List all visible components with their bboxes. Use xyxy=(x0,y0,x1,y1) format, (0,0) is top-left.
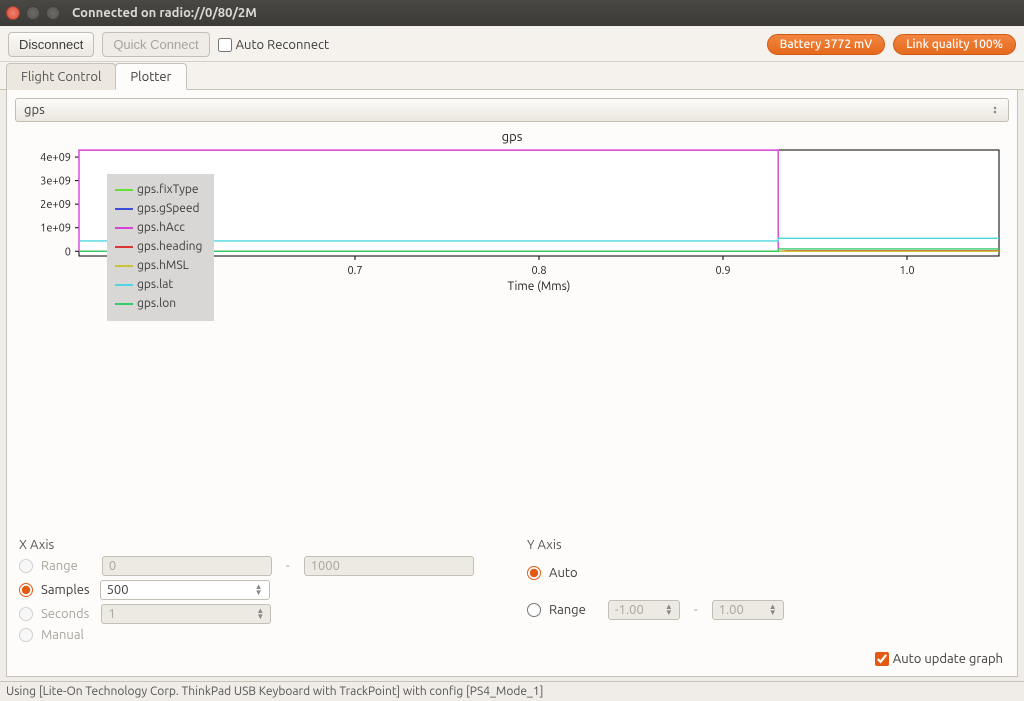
status-bar: Using [Lite-On Technology Corp. ThinkPad… xyxy=(0,681,1024,701)
y-axis-label: Y Axis xyxy=(527,538,1005,552)
plotter-panel: gps gps 01e+092e+093e+094e+090.60.70.80.… xyxy=(6,90,1018,677)
battery-indicator: Battery 3772 mV xyxy=(767,34,886,55)
auto-update-input[interactable] xyxy=(875,652,889,666)
legend-item: gps.heading xyxy=(115,237,202,256)
y-auto-label: Auto xyxy=(549,566,578,580)
svg-text:1.0: 1.0 xyxy=(899,265,914,277)
y-range-max-input: 1.00 ▲▼ xyxy=(712,600,784,620)
svg-text:0.9: 0.9 xyxy=(715,265,730,277)
auto-update-label: Auto update graph xyxy=(893,652,1003,666)
x-samples-radio[interactable] xyxy=(19,583,33,597)
y-range-radio[interactable] xyxy=(527,603,541,617)
x-samples-label: Samples xyxy=(41,583,90,597)
x-manual-label: Manual xyxy=(41,628,84,642)
link-quality-indicator: Link quality 100% xyxy=(893,34,1016,55)
svg-text:4e+09: 4e+09 xyxy=(40,152,71,164)
x-manual-radio xyxy=(19,628,33,642)
x-samples-input[interactable]: 500 ▲▼ xyxy=(100,580,270,600)
legend-item: gps.hAcc xyxy=(115,218,202,237)
svg-text:Time (Mms): Time (Mms) xyxy=(508,280,571,293)
tab-flight-control[interactable]: Flight Control xyxy=(6,63,116,90)
close-icon[interactable] xyxy=(6,6,20,20)
legend-item: gps.hMSL xyxy=(115,256,202,275)
disconnect-button[interactable]: Disconnect xyxy=(8,32,94,57)
tab-plotter[interactable]: Plotter xyxy=(115,63,186,90)
legend-item: gps.lon xyxy=(115,294,202,313)
svg-text:2e+09: 2e+09 xyxy=(40,199,71,211)
auto-reconnect-label: Auto Reconnect xyxy=(236,38,330,52)
plot-title: gps xyxy=(17,130,1007,144)
svg-text:1e+09: 1e+09 xyxy=(40,223,71,235)
svg-text:0.8: 0.8 xyxy=(531,265,546,277)
svg-text:0: 0 xyxy=(65,246,71,258)
y-range-min-input: -1.00 ▲▼ xyxy=(608,600,680,620)
x-seconds-input: 1 ▲▼ xyxy=(101,604,271,624)
y-auto-radio[interactable] xyxy=(527,566,541,580)
auto-reconnect-input[interactable] xyxy=(218,38,232,52)
legend-item: gps.lat xyxy=(115,275,202,294)
chevron-down-icon: ▼ xyxy=(255,590,263,596)
axis-controls: X Axis Range 0 - 1000 Samples 500 ▲▼ Sec… xyxy=(7,530,1017,648)
toolbar: Disconnect Quick Connect Auto Reconnect … xyxy=(0,26,1024,62)
x-range-label: Range xyxy=(41,559,78,573)
svg-text:3e+09: 3e+09 xyxy=(40,176,71,188)
minimize-icon[interactable] xyxy=(26,6,40,20)
x-range-min-input: 0 xyxy=(102,556,272,576)
legend-item: gps.fixType xyxy=(115,180,202,199)
window-title: Connected on radio://0/80/2M xyxy=(72,6,257,20)
legend-item: gps.gSpeed xyxy=(115,199,202,218)
x-axis-label: X Axis xyxy=(19,538,497,552)
auto-update-checkbox[interactable]: Auto update graph xyxy=(875,652,1003,666)
x-range-max-input: 1000 xyxy=(304,556,474,576)
svg-text:0.7: 0.7 xyxy=(347,265,362,277)
series-dropdown-value: gps xyxy=(24,103,45,117)
quick-connect-button: Quick Connect xyxy=(102,32,209,57)
legend: gps.fixTypegps.gSpeedgps.hAccgps.heading… xyxy=(107,174,214,321)
x-seconds-radio xyxy=(19,607,33,621)
x-seconds-label: Seconds xyxy=(41,607,89,621)
auto-reconnect-checkbox[interactable]: Auto Reconnect xyxy=(218,38,330,52)
tabs: Flight Control Plotter xyxy=(0,62,1024,90)
y-range-label: Range xyxy=(549,603,586,617)
series-dropdown[interactable]: gps xyxy=(15,98,1009,122)
x-range-radio xyxy=(19,559,33,573)
maximize-icon[interactable] xyxy=(46,6,60,20)
titlebar: Connected on radio://0/80/2M xyxy=(0,0,1024,26)
